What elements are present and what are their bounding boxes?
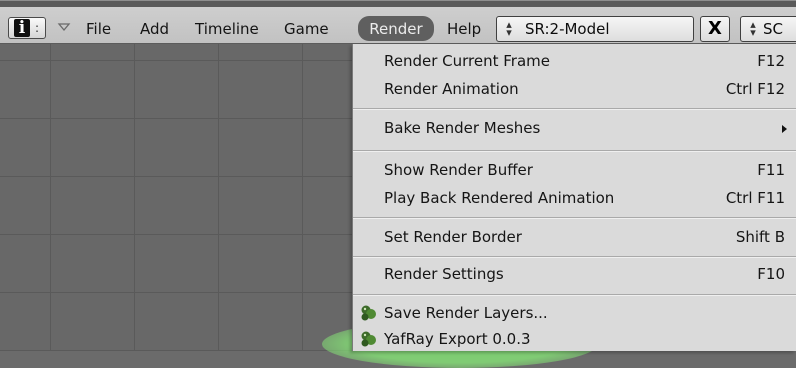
menu-file[interactable]: File [86,20,111,38]
scene-name: SR:2-Model [525,20,610,38]
window-type-separator: : [35,21,40,35]
window-border [0,1,796,7]
menu-item-play-back-rendered-animation[interactable]: Play Back Rendered Animation Ctrl F11 [353,185,796,211]
menu-timeline[interactable]: Timeline [195,20,259,38]
menu-help[interactable]: Help [447,20,481,38]
menu-render-label: Render [369,20,423,38]
menu-separator [353,294,796,296]
menu-item-label: Bake Render Meshes [384,119,541,137]
menu-item-label: YafRay Export 0.0.3 [384,330,531,348]
menu-separator [353,108,796,110]
menu-separator [353,256,796,258]
render-dropdown-menu: Render Current Frame F12 Render Animatio… [352,44,796,351]
up-down-arrows-icon: ▴ ▾ [506,18,512,39]
menu-separator [353,217,796,219]
menu-render[interactable]: Render [358,16,434,41]
menu-item-render-current-frame[interactable]: Render Current Frame F12 [353,48,796,74]
menu-item-shortcut: Ctrl F11 [725,189,785,207]
screen-name: SC [763,20,783,38]
menu-item-label: Save Render Layers... [384,304,548,322]
menu-add[interactable]: Add [140,20,169,38]
up-down-arrows-icon: ▴ ▾ [750,18,756,39]
window-type-button[interactable]: i : [8,17,46,39]
menu-item-shortcut: Shift B [735,228,785,246]
screen-selector[interactable]: ▴ ▾ SC [740,16,796,42]
menu-item-label: Render Settings [384,265,504,283]
menu-item-shortcut: F12 [757,52,785,70]
menu-item-shortcut: F10 [757,265,785,283]
menu-item-label: Play Back Rendered Animation [384,189,615,207]
delete-scene-button[interactable]: X [700,16,730,42]
menu-game[interactable]: Game [284,20,329,38]
menu-item-render-settings[interactable]: Render Settings F10 [353,261,796,287]
menu-item-label: Render Animation [384,80,519,98]
collapse-menus-icon[interactable] [56,19,72,35]
menu-item-render-animation[interactable]: Render Animation Ctrl F12 [353,76,796,102]
menu-item-shortcut: Ctrl F12 [725,80,785,98]
submenu-arrow-icon [782,125,787,133]
menu-item-label: Set Render Border [384,228,522,246]
menu-item-yafray-export[interactable]: YafRay Export 0.0.3 [353,326,796,352]
menu-item-show-render-buffer[interactable]: Show Render Buffer F11 [353,157,796,183]
python-script-icon [361,305,376,321]
python-script-icon [361,331,376,347]
info-icon: i [14,19,30,37]
menu-item-save-render-layers[interactable]: Save Render Layers... [353,300,796,326]
menu-item-set-render-border[interactable]: Set Render Border Shift B [353,224,796,250]
menu-separator [353,150,796,152]
scene-selector[interactable]: ▴ ▾ SR:2-Model [496,16,694,42]
menu-item-label: Show Render Buffer [384,161,533,179]
menu-item-label: Render Current Frame [384,52,551,70]
menu-item-shortcut: F11 [757,161,785,179]
header-bar: i : File Add Timeline Game Render Help ▴… [0,0,796,44]
menu-item-bake-render-meshes[interactable]: Bake Render Meshes [353,115,796,141]
